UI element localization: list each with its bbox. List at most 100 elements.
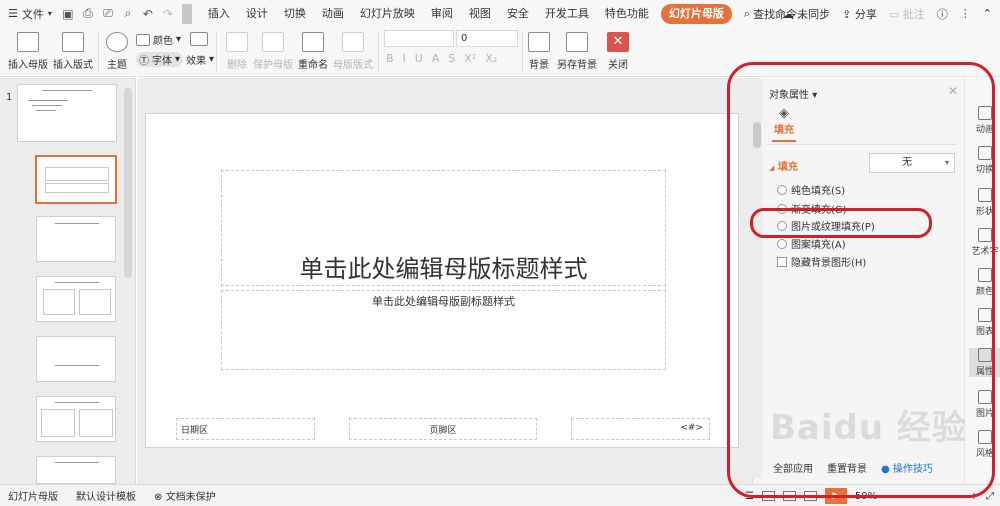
- hide-background-shapes[interactable]: 隐藏背景图形(H): [777, 254, 866, 269]
- collapse-icon[interactable]: ⌃: [983, 7, 992, 20]
- page-number-placeholder[interactable]: <#>: [571, 418, 710, 440]
- insert-master-button[interactable]: 插入母版: [6, 28, 50, 71]
- italic-icon[interactable]: I: [403, 52, 406, 65]
- preview-icon[interactable]: ⌕: [120, 6, 136, 22]
- underline-icon[interactable]: U: [415, 52, 423, 65]
- side-tool-transition[interactable]: 切换: [969, 146, 1000, 175]
- tab-insert[interactable]: 插入: [200, 0, 238, 27]
- annotate-button[interactable]: ▭ 批注: [889, 6, 925, 22]
- slide-sorter-icon[interactable]: [782, 491, 796, 501]
- fit-window-icon[interactable]: ⤢: [986, 491, 994, 502]
- thumbnail-layout[interactable]: [36, 216, 116, 262]
- font-button[interactable]: Ⓣ 字体 ▾: [136, 52, 184, 67]
- date-placeholder[interactable]: 日期区: [176, 418, 315, 440]
- superscript-icon[interactable]: X²: [464, 52, 476, 65]
- fill-section-header[interactable]: ◢ 填充: [769, 158, 798, 173]
- tab-slideshow[interactable]: 幻灯片放映: [352, 0, 423, 27]
- font-name-combo[interactable]: [384, 30, 454, 47]
- tab-view[interactable]: 视图: [461, 0, 499, 27]
- thumbnail-layout[interactable]: [36, 396, 116, 442]
- sync-button[interactable]: ☁ 未同步: [783, 6, 831, 22]
- fill-option-pattern[interactable]: 图案填充(A): [777, 236, 846, 251]
- apply-all-button[interactable]: 全部应用: [773, 460, 813, 475]
- effect-button[interactable]: 效果 ▾: [186, 52, 214, 67]
- tips-link[interactable]: ● 操作技巧: [881, 460, 933, 475]
- master-layout-button[interactable]: 母版版式: [332, 28, 374, 71]
- slide[interactable]: 单击此处编辑母版标题样式 单击此处编辑母版副标题样式 日期区 页脚区 <#>: [145, 113, 739, 448]
- radio[interactable]: [777, 238, 787, 249]
- tab-features[interactable]: 特色功能: [597, 0, 657, 27]
- background-button[interactable]: 背景: [526, 28, 552, 71]
- strikethrough-icon[interactable]: S: [448, 52, 455, 65]
- share-button[interactable]: ⇪ 分享: [842, 6, 877, 22]
- save-background-button[interactable]: 另存背景: [556, 28, 598, 71]
- document-protection[interactable]: ⊗ 文档未保护: [154, 488, 216, 503]
- thumbnail-layout-title[interactable]: [35, 155, 117, 204]
- color-button[interactable]: 颜色 ▾: [136, 32, 181, 47]
- tab-security[interactable]: 安全: [499, 0, 537, 27]
- tab-review[interactable]: 审阅: [423, 0, 461, 27]
- bold-icon[interactable]: B: [386, 52, 394, 65]
- background-style-button[interactable]: [190, 32, 208, 46]
- more-icon[interactable]: ⋮: [960, 7, 971, 20]
- side-tool-style[interactable]: 风格: [969, 430, 1000, 459]
- close-icon[interactable]: ✕: [948, 84, 958, 98]
- tab-fill[interactable]: ◈ 填充: [772, 106, 796, 142]
- file-menu[interactable]: ☰ 文件 ▾: [0, 0, 58, 27]
- panel-scroll-thumb[interactable]: [753, 122, 761, 148]
- status-template[interactable]: 默认设计模板: [76, 488, 136, 503]
- zoom-slider[interactable]: [901, 495, 962, 497]
- normal-view-icon[interactable]: [761, 491, 775, 501]
- side-tool-animation[interactable]: 动画: [969, 106, 1000, 135]
- checkbox[interactable]: [777, 256, 787, 267]
- panel-title[interactable]: 对象属性 ▾: [769, 86, 817, 101]
- thumbnail-scrollbar[interactable]: [124, 88, 132, 278]
- undo-icon[interactable]: ↶: [140, 6, 156, 22]
- panel-scrollbar[interactable]: [752, 78, 762, 478]
- side-tool-wordart[interactable]: 艺术字: [969, 228, 1000, 257]
- reset-background-button[interactable]: 重置背景: [827, 460, 867, 475]
- tab-slide-master[interactable]: 幻灯片母版: [660, 3, 732, 24]
- font-color-icon[interactable]: A: [432, 52, 440, 65]
- side-tool-shape[interactable]: 形状: [969, 188, 1000, 217]
- zoom-out-icon[interactable]: −: [885, 491, 893, 502]
- footer-placeholder[interactable]: 页脚区: [349, 418, 537, 440]
- print-icon[interactable]: ⎚: [100, 6, 116, 22]
- tab-design[interactable]: 设计: [238, 0, 276, 27]
- delete-button[interactable]: 删除: [224, 28, 250, 71]
- fill-option-gradient[interactable]: 渐变填充(G): [777, 201, 847, 216]
- fill-option-solid[interactable]: 纯色填充(S): [777, 182, 845, 197]
- fill-type-select[interactable]: 无 ▾: [869, 153, 955, 173]
- thumbnail-layout[interactable]: [36, 276, 116, 322]
- fill-option-picture[interactable]: 图片或纹理填充(P): [777, 218, 875, 233]
- zoom-in-icon[interactable]: +: [970, 491, 978, 502]
- side-tool-chart[interactable]: 图表: [969, 308, 1000, 337]
- radio[interactable]: [777, 203, 787, 214]
- radio[interactable]: [777, 184, 787, 195]
- font-size-combo[interactable]: 0: [456, 30, 518, 47]
- side-tool-picture[interactable]: 图片: [969, 390, 1000, 419]
- play-icon[interactable]: ▶: [824, 488, 847, 504]
- thumbnail-layout[interactable]: [36, 456, 116, 484]
- title-placeholder[interactable]: 单击此处编辑母版标题样式: [221, 170, 666, 286]
- thumbnail-master[interactable]: [17, 84, 117, 142]
- close-master-button[interactable]: ✕ 关闭: [604, 28, 632, 71]
- side-tool-color[interactable]: 颜色: [969, 268, 1000, 297]
- theme-button[interactable]: 主题: [104, 28, 130, 71]
- help-icon[interactable]: ⓘ: [937, 6, 948, 22]
- rename-button[interactable]: 重命名: [296, 28, 330, 71]
- notes-icon[interactable]: ☰: [745, 491, 754, 502]
- tab-transition[interactable]: 切换: [276, 0, 314, 27]
- thumbnail-layout[interactable]: [36, 336, 116, 382]
- protect-master-button[interactable]: 保护母版: [252, 28, 294, 71]
- zoom-level[interactable]: 59%: [855, 491, 877, 502]
- tab-animation[interactable]: 动画: [314, 0, 352, 27]
- radio[interactable]: [777, 220, 787, 231]
- side-tool-properties[interactable]: 属性: [969, 348, 1000, 377]
- export-icon[interactable]: ⎙: [80, 6, 96, 22]
- subtitle-placeholder[interactable]: 单击此处编辑母版副标题样式: [221, 290, 666, 370]
- subscript-icon[interactable]: X₂: [485, 52, 497, 65]
- insert-layout-button[interactable]: 插入版式: [52, 28, 94, 71]
- save-icon[interactable]: ▣: [60, 6, 76, 22]
- tab-developer[interactable]: 开发工具: [537, 0, 597, 27]
